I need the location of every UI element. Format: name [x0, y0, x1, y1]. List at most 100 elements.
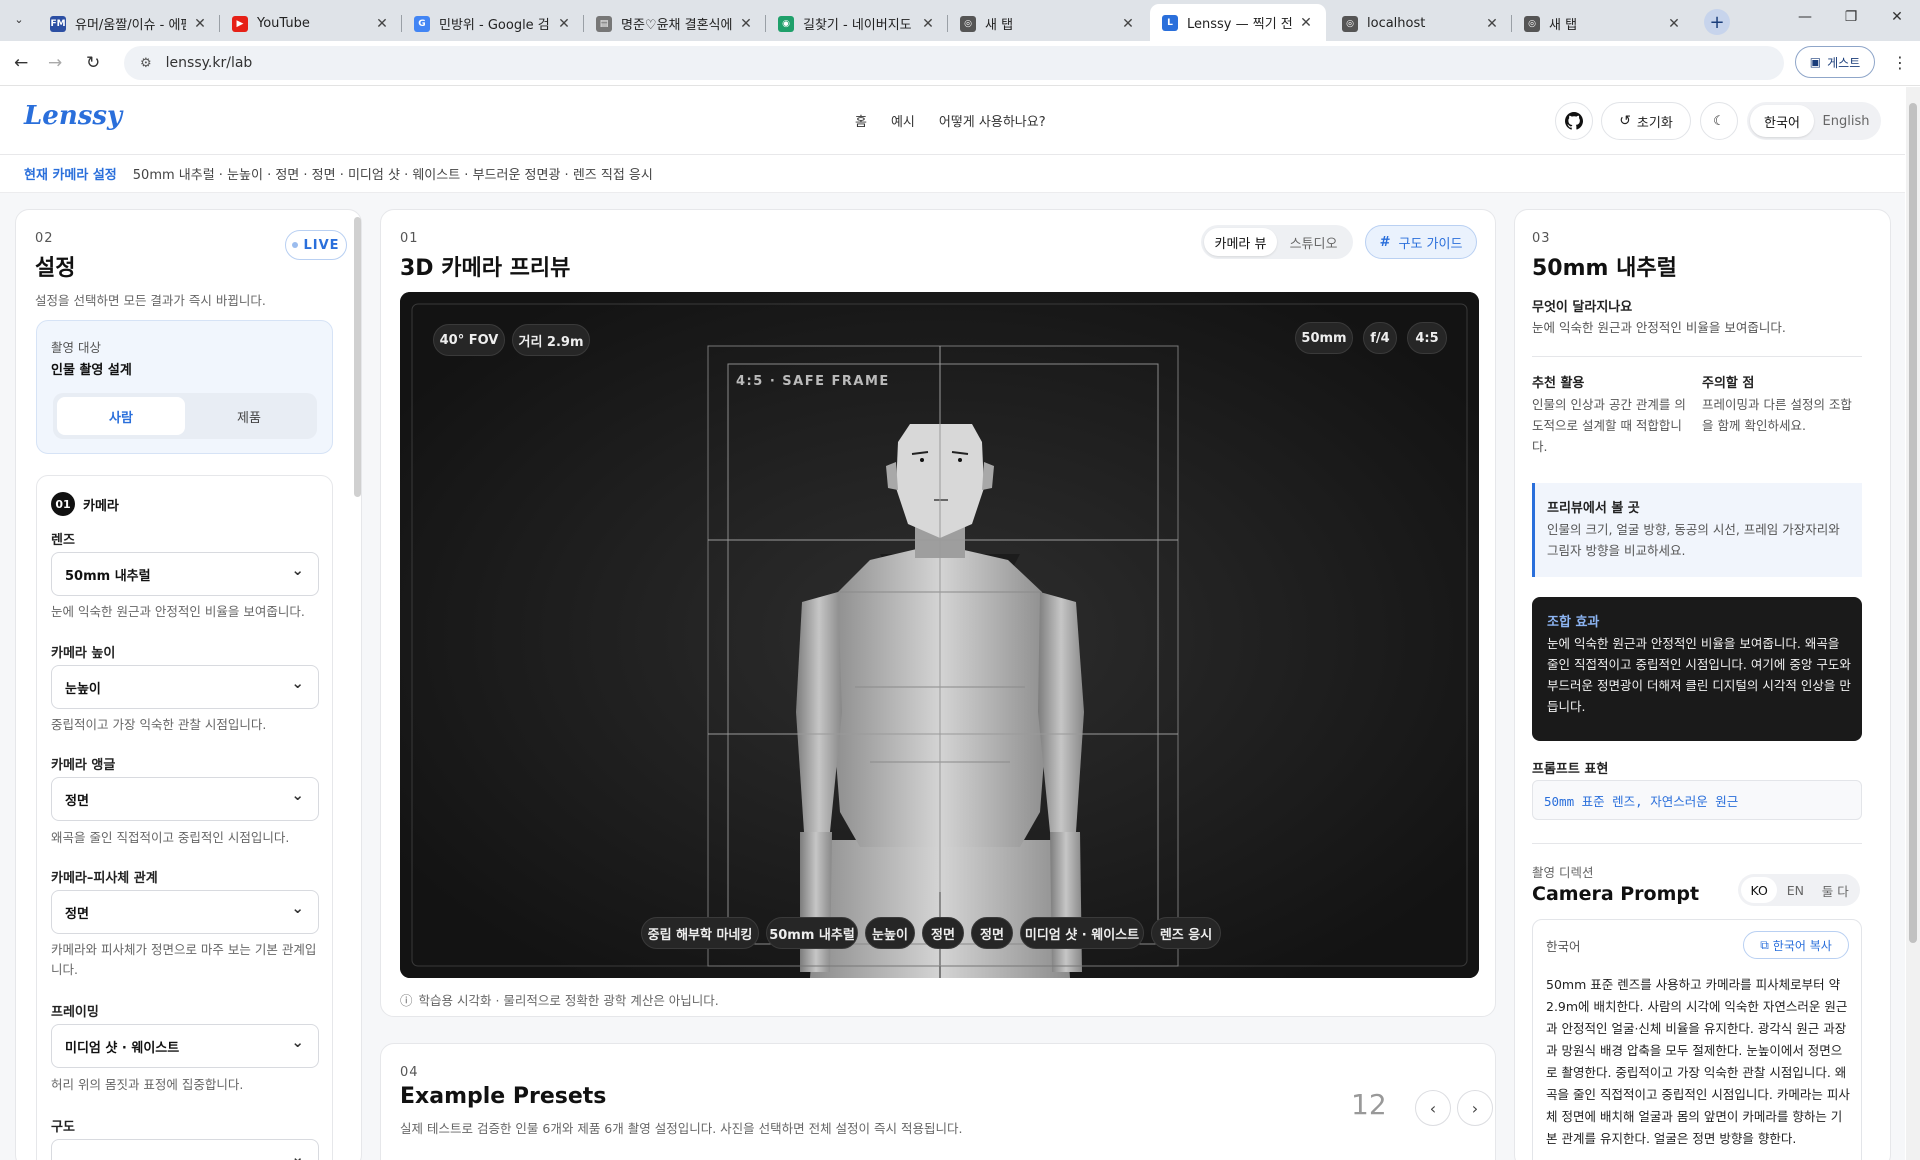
caution-text: 프레이밍과 다른 설정의 조합을 함께 확인하세요. [1702, 397, 1852, 433]
recommend-label: 추천 활용 [1532, 376, 1585, 391]
prompt-lang-ko[interactable]: KO [1741, 877, 1778, 903]
target-person[interactable]: 사람 [57, 397, 185, 435]
close-icon[interactable]: ✕ [738, 16, 754, 32]
google-icon: G [414, 15, 430, 32]
section-number: 02 [35, 231, 54, 246]
guest-profile-button[interactable]: ▣ 게스트 [1795, 46, 1875, 78]
restore-icon[interactable]: ❐ [1836, 9, 1866, 25]
current-settings-bar: 현재 카메라 설정 50mm 내추럴 · 눈높이 · 정면 · 정면 · 미디엄… [0, 155, 1905, 193]
presets-title: Example Presets [400, 1084, 607, 1109]
target-product[interactable]: 제품 [185, 397, 313, 435]
minimize-icon[interactable]: — [1790, 9, 1820, 25]
nav-examples[interactable]: 예시 [891, 111, 915, 130]
studio-tab[interactable]: 스튜디오 [1277, 233, 1350, 252]
globe-icon: ◎ [1342, 15, 1358, 32]
view-mode-switch: 카메라 뷰 스튜디오 [1201, 225, 1353, 259]
preview-note: ⓘ 학습용 시각화 · 물리적으로 정확한 광학 계산은 아닙니다. [400, 990, 719, 1009]
target-segmented: 사람 제품 [53, 393, 317, 439]
reload-icon[interactable]: ↻ [86, 53, 100, 73]
site-info-icon[interactable]: ⚙ [140, 56, 152, 71]
copy-korean-button[interactable]: ⧉ 한국어 복사 [1743, 931, 1849, 959]
reset-button[interactable]: ↺ 초기화 [1601, 102, 1691, 140]
lens-select[interactable]: 50mm 내추럴 [51, 552, 319, 596]
composition-guide-button[interactable]: # 구도 가이드 [1365, 225, 1477, 259]
combo-text: 눈에 익숙한 원근과 안정적인 비율을 보여줍니다. 왜곡을 줄인 직접적이고 … [1547, 636, 1851, 714]
info-icon: ⓘ [400, 993, 413, 1008]
tab-search-icon[interactable]: ⌄ [8, 8, 30, 30]
browser-tab[interactable]: ▤ 명준♡윤채 결혼식에 ✕ [584, 6, 766, 41]
forward-icon[interactable]: → [48, 53, 62, 73]
chrome-icon: ◎ [960, 15, 976, 32]
window-close-icon[interactable]: ✕ [1882, 9, 1912, 25]
language-switcher: 한국어 English [1747, 102, 1881, 140]
presets-prev-button[interactable]: ‹ [1415, 1090, 1451, 1126]
browser-tab[interactable]: G 민방위 - Google 검색 ✕ [402, 6, 584, 41]
chevron-left-icon: ‹ [1429, 1098, 1437, 1118]
prompt-lang-en[interactable]: EN [1777, 883, 1813, 898]
nav-how-to[interactable]: 어떻게 사용하나요? [939, 111, 1046, 130]
lang-ko[interactable]: 한국어 [1750, 105, 1814, 137]
scene-chip: 정면 [971, 917, 1013, 949]
settings-panel: 02 설정 LIVE 설정을 선택하면 모든 결과가 즉시 바뀝니다. 촬영 대… [15, 209, 362, 1160]
live-label: LIVE [303, 237, 340, 253]
reset-icon: ↺ [1619, 113, 1631, 129]
browser-tab-active[interactable]: L Lenssy — 찍기 전에, ✕ [1150, 4, 1326, 41]
page: Lenssy 홈 예시 어떻게 사용하나요? ↺ 초기화 ☾ 한국어 Englis… [0, 87, 1905, 1160]
section-number: 03 [1532, 231, 1551, 246]
scene-chip: 정면 [922, 917, 964, 949]
url-input[interactable]: ⚙ lenssy.kr/lab [124, 46, 1784, 80]
preview-look-label: 프리뷰에서 볼 곳 [1547, 501, 1640, 516]
profile-icon: ▣ [1809, 55, 1822, 69]
close-icon[interactable]: ✕ [556, 16, 572, 32]
composition-select[interactable] [51, 1139, 319, 1160]
page-scrollbar-thumb[interactable] [1909, 103, 1917, 943]
target-box: 촬영 대상 인물 촬영 설계 사람 제품 [36, 320, 333, 454]
lang-en[interactable]: English [1814, 105, 1878, 137]
prompt-expr-label: 프롬프트 표현 [1532, 762, 1609, 777]
combo-label: 조합 효과 [1547, 615, 1600, 630]
section-number: 01 [400, 231, 419, 246]
new-tab-button[interactable]: + [1704, 9, 1730, 35]
relation-select[interactable]: 정면 [51, 890, 319, 934]
current-settings-value: 50mm 내추럴 · 눈높이 · 정면 · 정면 · 미디엄 샷 · 웨이스트 … [132, 168, 653, 183]
browser-tab[interactable]: ◎ localhost ✕ [1330, 6, 1512, 41]
close-icon[interactable]: ✕ [1120, 16, 1136, 32]
moon-icon: ☾ [1713, 113, 1725, 129]
prompt-lang-switch: KO EN 둘 다 [1738, 874, 1860, 906]
github-button[interactable] [1555, 102, 1593, 140]
dark-mode-toggle[interactable]: ☾ [1700, 102, 1738, 140]
close-icon[interactable]: ✕ [1666, 16, 1682, 32]
3d-viewport[interactable]: 4:5 · SAFE FRAME 40° FOV 거리 2.9m 50mm f/… [400, 292, 1479, 978]
logo[interactable]: Lenssy [24, 101, 122, 131]
framing-desc: 허리 위의 몸짓과 표정에 집중합니다. [51, 1077, 244, 1092]
what-changes-label: 무엇이 달라지나요 [1532, 300, 1633, 315]
close-icon[interactable]: ✕ [920, 16, 936, 32]
menu-dots-icon[interactable]: ⋮ [1892, 53, 1908, 72]
camera-prompt-title: Camera Prompt [1532, 883, 1700, 905]
close-icon[interactable]: ✕ [374, 16, 390, 32]
browser-tab[interactable]: ▶ YouTube ✕ [220, 6, 402, 41]
nav-home[interactable]: 홈 [855, 111, 867, 130]
framing-select[interactable]: 미디엄 샷 · 웨이스트 [51, 1024, 319, 1068]
close-icon[interactable]: ✕ [192, 16, 208, 32]
fov-chip: 40° FOV [433, 324, 505, 356]
tab-title: 민방위 - Google 검색 [439, 18, 550, 33]
presets-subtitle: 실제 테스트로 검증한 인물 6개와 제품 6개 촬영 설정입니다. 사진을 선… [400, 1121, 963, 1136]
browser-tab[interactable]: ◎ 새 탭 ✕ [948, 6, 1148, 41]
settings-scrollbar[interactable] [354, 217, 361, 497]
main-nav: 홈 예시 어떻게 사용하나요? [855, 111, 1046, 130]
settings-title: 설정 [35, 256, 76, 281]
browser-tab[interactable]: FM 유머/움짤/이슈 - 에펨 ✕ [38, 6, 220, 41]
close-icon[interactable]: ✕ [1484, 16, 1500, 32]
presets-next-button[interactable]: › [1457, 1090, 1493, 1126]
back-icon[interactable]: ← [14, 53, 28, 73]
page-scrollbar[interactable] [1906, 87, 1920, 1160]
height-select[interactable]: 눈높이 [51, 665, 319, 709]
tab-title: 유머/움짤/이슈 - 에펨 [75, 18, 186, 33]
camera-view-tab[interactable]: 카메라 뷰 [1204, 228, 1277, 256]
close-icon[interactable]: ✕ [1298, 15, 1314, 31]
prompt-lang-both[interactable]: 둘 다 [1814, 881, 1858, 900]
browser-tab[interactable]: ◉ 길찾기 - 네이버지도 ✕ [766, 6, 948, 41]
angle-select[interactable]: 정면 [51, 777, 319, 821]
browser-tab[interactable]: ◎ 새 탭 ✕ [1512, 6, 1694, 41]
